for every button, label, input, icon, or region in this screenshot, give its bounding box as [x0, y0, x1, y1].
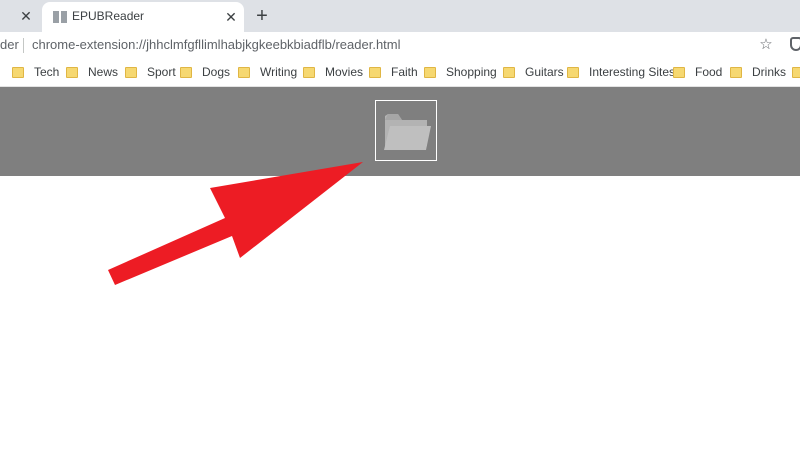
bookmark-shopping[interactable]: Shopping — [424, 64, 497, 80]
reader-toolbar — [0, 87, 800, 176]
tab-strip: ✕ EPUBReader ✕ + — [0, 0, 800, 32]
shield-icon[interactable] — [790, 37, 800, 51]
bookmark-faith[interactable]: Faith — [369, 64, 418, 80]
bookmark-tech[interactable]: Tech — [12, 64, 59, 80]
bookmark-label: Interesting Sites — [589, 65, 676, 79]
bookmark-label: Guitars — [525, 65, 564, 79]
tab-epubreader[interactable]: EPUBReader ✕ — [42, 2, 244, 32]
bookmark-label: Food — [695, 65, 723, 79]
bookmark-label: Drinks — [752, 65, 787, 79]
folder-open-icon — [384, 114, 431, 150]
bookmark-guitars[interactable]: Guitars — [503, 64, 564, 80]
folder-icon — [12, 66, 24, 78]
bookmark-news[interactable]: News — [66, 64, 118, 80]
folder-icon — [66, 66, 78, 78]
bookmark-drinks[interactable]: Drinks — [730, 64, 786, 80]
bookmark-label: Writing — [260, 65, 298, 79]
bookmark-movies[interactable]: Movies — [303, 64, 363, 80]
bookmark-label: Tech — [34, 65, 60, 79]
bookmark-overflow[interactable] — [792, 64, 800, 80]
folder-icon — [673, 66, 685, 78]
bookmark-dogs[interactable]: Dogs — [180, 64, 230, 80]
bookmark-label: Movies — [325, 65, 364, 79]
close-icon[interactable]: ✕ — [18, 8, 34, 24]
folder-icon — [730, 66, 742, 78]
plus-icon[interactable]: + — [250, 4, 274, 28]
folder-icon — [303, 66, 315, 78]
close-icon[interactable]: ✕ — [222, 8, 240, 26]
bookmark-label: Shopping — [446, 65, 497, 79]
reader-content — [0, 176, 800, 450]
book-icon — [53, 11, 67, 23]
bookmark-label: Dogs — [202, 65, 231, 79]
bookmark-food[interactable]: Food — [673, 64, 722, 80]
bookmarks-bar: Tech News Sport Dogs Writing Movies Fait… — [0, 58, 800, 87]
folder-icon — [424, 66, 436, 78]
folder-icon — [238, 66, 250, 78]
url-separator — [23, 38, 24, 53]
open-file-button[interactable] — [375, 100, 437, 161]
url-host-fragment: der — [0, 37, 19, 52]
bookmark-interesting-sites[interactable]: Interesting Sites — [567, 64, 675, 80]
folder-icon — [369, 66, 381, 78]
bookmark-sport[interactable]: Sport — [125, 64, 176, 80]
star-icon[interactable]: ☆ — [757, 35, 775, 53]
url-text[interactable]: chrome-extension://jhhclmfgfllimlhabjkgk… — [32, 37, 401, 52]
folder-icon — [792, 66, 800, 78]
folder-icon — [125, 66, 137, 78]
folder-icon — [180, 66, 192, 78]
bookmark-label: News — [88, 65, 119, 79]
tab-title: EPUBReader — [72, 9, 145, 23]
address-bar[interactable]: der chrome-extension://jhhclmfgfllimlhab… — [0, 32, 800, 58]
bookmark-label: Sport — [147, 65, 176, 79]
folder-icon — [567, 66, 579, 78]
bookmark-writing[interactable]: Writing — [238, 64, 297, 80]
bookmark-label: Faith — [391, 65, 418, 79]
folder-icon — [503, 66, 515, 78]
